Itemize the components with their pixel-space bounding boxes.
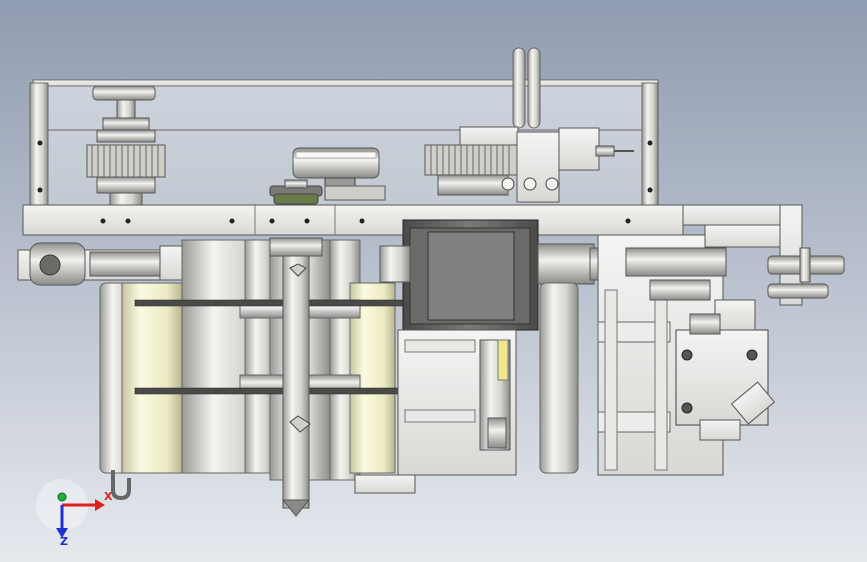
- cad-viewport[interactable]: X Z: [0, 0, 867, 562]
- x-axis-label: X: [104, 490, 113, 503]
- z-axis-label: Z: [60, 535, 68, 548]
- assembly-drawing: X Z: [0, 0, 867, 562]
